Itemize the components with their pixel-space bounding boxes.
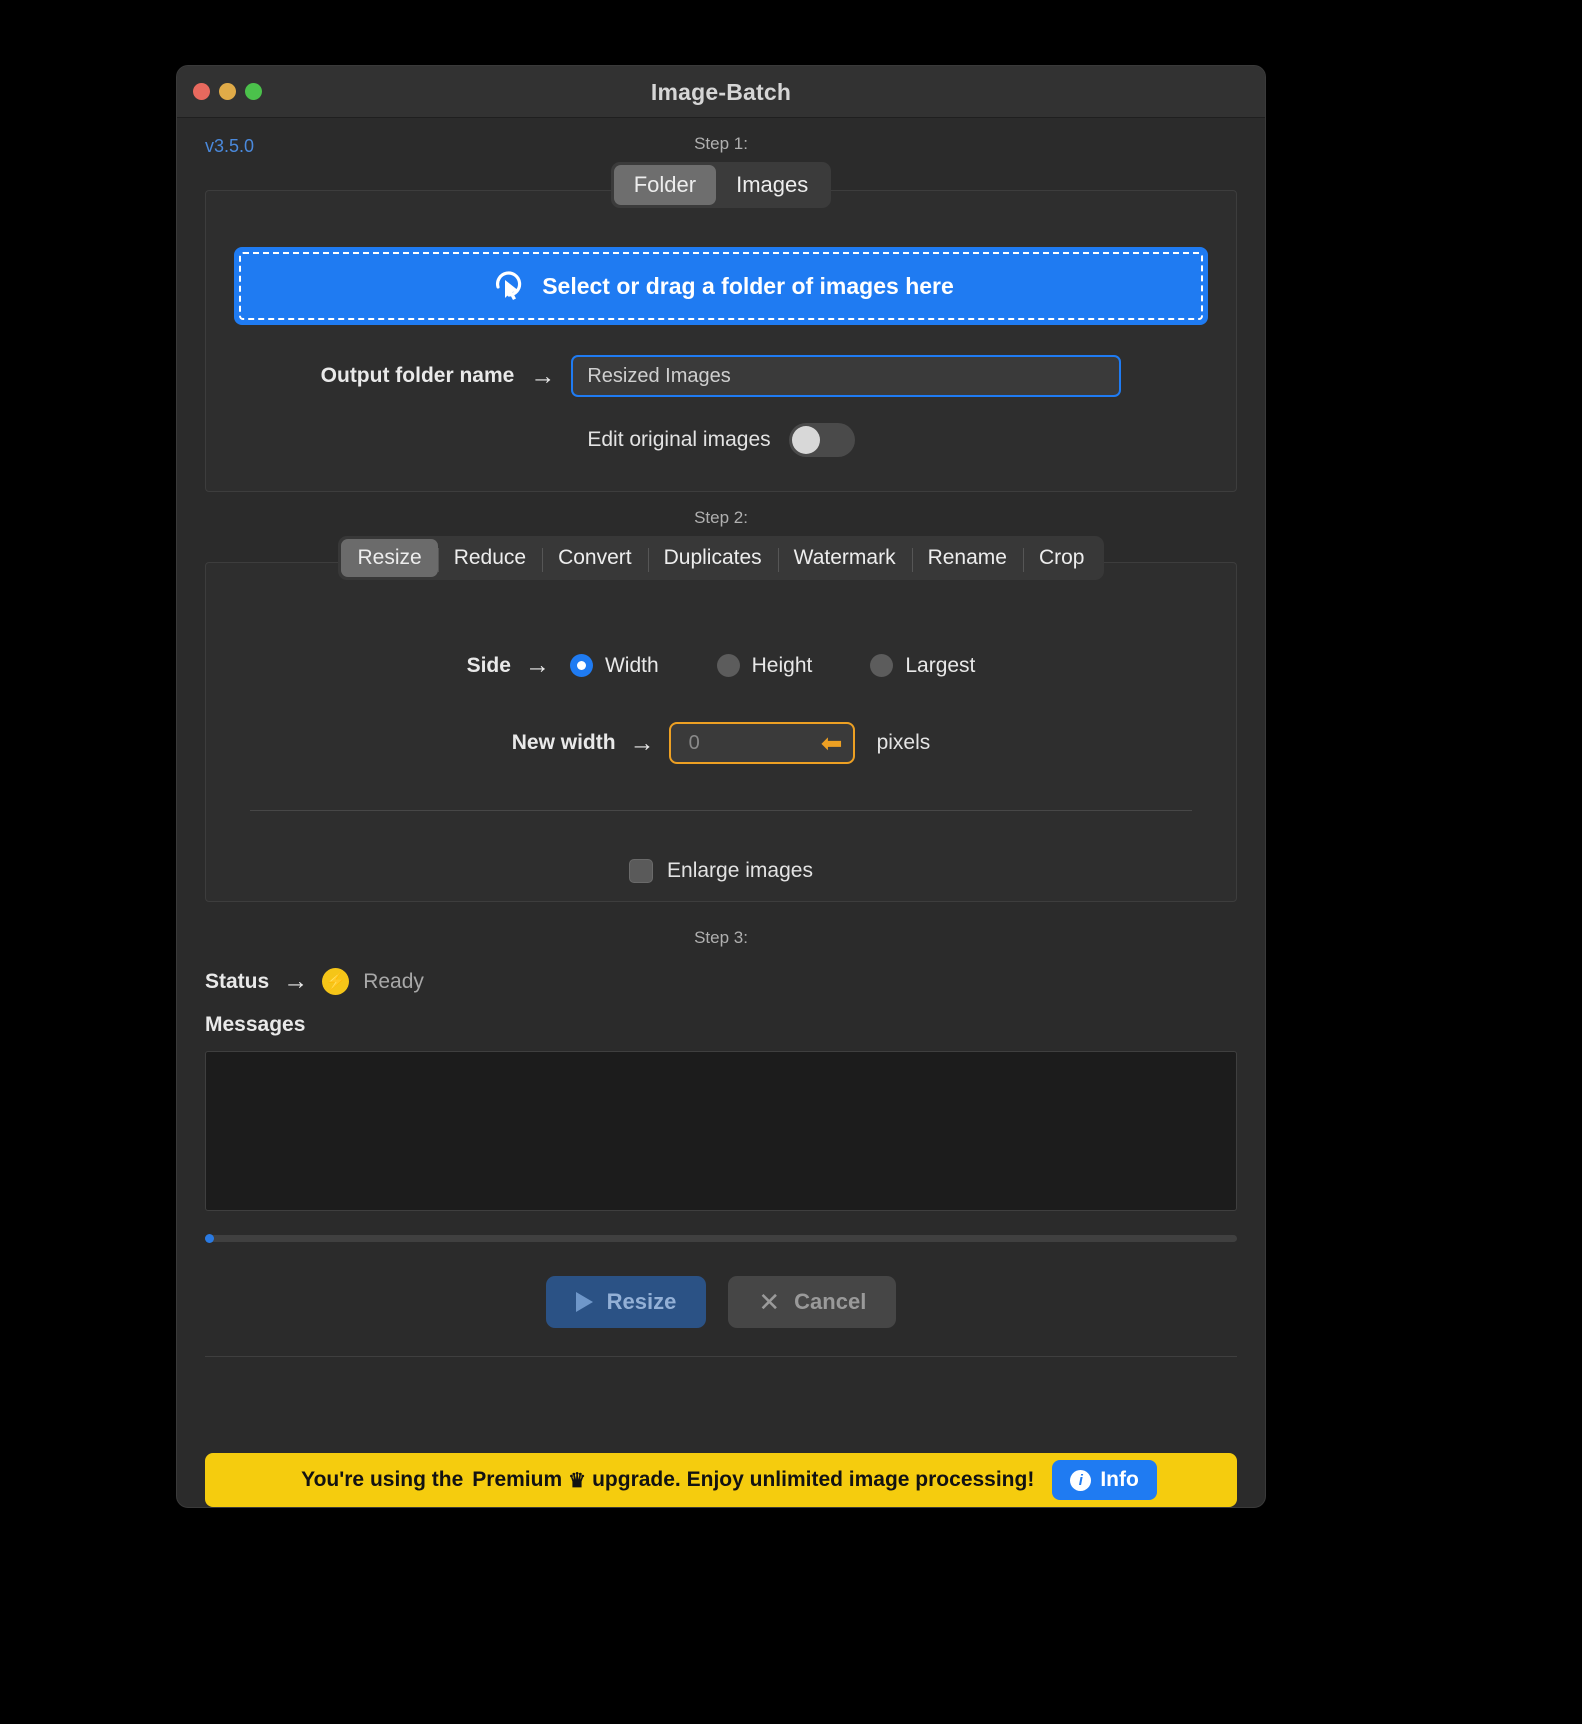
arrow-right-icon: → — [629, 728, 655, 757]
arrow-right-icon: → — [283, 967, 309, 995]
step3-label: Step 3: — [694, 928, 748, 947]
cursor-click-icon — [488, 265, 526, 308]
tab-images[interactable]: Images — [716, 165, 828, 205]
step2-tabbar: Resize Reduce Convert Duplicates Waterma… — [205, 536, 1237, 580]
radio-width-label: Width — [604, 653, 659, 677]
edit-original-row: Edit original images — [206, 423, 1236, 491]
radio-height-label: Height — [751, 653, 813, 677]
info-button[interactable]: i Info — [1052, 1460, 1157, 1500]
info-icon: i — [1070, 1469, 1092, 1491]
radio-largest-label: Largest — [905, 653, 976, 677]
resize-button-label: Resize — [606, 1289, 677, 1314]
banner-tier: Premium — [472, 1468, 563, 1491]
messages-label: Messages — [205, 1013, 306, 1036]
tab-rename[interactable]: Rename — [911, 539, 1023, 577]
step2-label: Step 2: — [694, 508, 748, 527]
crown-icon: ♛ — [568, 1469, 587, 1492]
messages-box[interactable] — [205, 1051, 1237, 1211]
progress-bar — [205, 1234, 1237, 1243]
play-icon — [575, 1292, 593, 1312]
progress-indicator — [205, 1234, 214, 1243]
tab-resize[interactable]: Resize — [341, 539, 438, 577]
section-divider — [250, 810, 1192, 811]
resize-button[interactable]: Resize — [545, 1276, 707, 1328]
edit-original-toggle[interactable] — [788, 423, 855, 457]
status-row: Status → ⚡ Ready — [205, 968, 1237, 995]
new-width-row: New width → ⬅ pixels — [206, 722, 1236, 764]
window-body: v3.5.0 Step 1: Folder Images Select or d… — [177, 118, 1265, 1435]
radio-height[interactable]: Height — [716, 653, 813, 678]
step1-panel: Select or drag a folder of images here O… — [205, 190, 1237, 492]
new-width-label: New width — [511, 731, 616, 754]
banner-suffix: upgrade. Enjoy unlimited image processin… — [592, 1468, 1035, 1491]
arrow-right-icon: → — [524, 651, 550, 679]
output-folder-input[interactable] — [571, 355, 1122, 397]
radio-largest[interactable]: Largest — [870, 654, 975, 678]
title-bar: Image-Batch — [177, 66, 1265, 118]
output-folder-label: Output folder name — [320, 364, 515, 387]
folder-dropzone[interactable]: Select or drag a folder of images here — [234, 247, 1208, 325]
window-title: Image-Batch — [650, 79, 792, 105]
side-row: Side → Width Height Largest — [206, 653, 1236, 678]
arrow-right-icon: → — [530, 361, 556, 390]
radio-width[interactable]: Width — [569, 653, 659, 678]
new-width-field-wrap: ⬅ — [668, 722, 855, 764]
radio-height-icon — [716, 654, 740, 677]
close-x-icon: ✕ — [758, 1287, 781, 1317]
tab-convert[interactable]: Convert — [542, 539, 648, 577]
output-folder-row: Output folder name → — [206, 355, 1236, 397]
edit-original-label: Edit original images — [587, 428, 771, 451]
tab-duplicates[interactable]: Duplicates — [647, 539, 778, 577]
status-label: Status — [205, 969, 270, 993]
traffic-lights — [193, 83, 262, 100]
tab-watermark[interactable]: Watermark — [777, 539, 912, 577]
version-label: v3.5.0 — [205, 136, 255, 156]
tab-crop[interactable]: Crop — [1022, 539, 1101, 577]
banner-prefix: You're using the — [301, 1468, 464, 1491]
toggle-knob — [791, 426, 820, 454]
enlarge-row[interactable]: Enlarge images — [206, 859, 1236, 883]
step1-tabbar: Folder Images — [205, 162, 1237, 208]
radio-width-icon — [569, 654, 593, 677]
app-window: Image-Batch v3.5.0 Step 1: Folder Images — [176, 65, 1266, 1508]
step2-panel: Side → Width Height Largest New width → … — [205, 562, 1237, 902]
tab-folder[interactable]: Folder — [613, 165, 717, 205]
minimize-button-icon[interactable] — [219, 83, 236, 100]
close-button-icon[interactable] — [193, 83, 210, 100]
premium-banner: You're using the Premium ♛ upgrade. Enjo… — [205, 1453, 1237, 1507]
status-value: Ready — [363, 969, 424, 993]
cancel-button[interactable]: ✕ Cancel — [728, 1276, 897, 1328]
footer-divider — [205, 1356, 1237, 1357]
lightning-bolt-icon: ⚡ — [322, 968, 350, 995]
enlarge-checkbox[interactable] — [629, 859, 654, 883]
tab-reduce[interactable]: Reduce — [437, 539, 542, 577]
side-label: Side — [466, 653, 511, 677]
action-buttons: Resize ✕ Cancel — [205, 1276, 1237, 1328]
radio-largest-icon — [870, 654, 894, 677]
zoom-button-icon[interactable] — [245, 83, 262, 100]
new-width-unit: pixels — [876, 731, 931, 754]
screen-root: Image-Batch v3.5.0 Step 1: Folder Images — [0, 0, 1582, 1724]
dropzone-label: Select or drag a folder of images here — [542, 272, 954, 299]
cancel-button-label: Cancel — [794, 1289, 867, 1314]
new-width-input[interactable] — [668, 722, 855, 764]
enlarge-label: Enlarge images — [667, 859, 813, 882]
info-button-label: Info — [1100, 1468, 1139, 1491]
step1-label: Step 1: — [694, 134, 748, 153]
